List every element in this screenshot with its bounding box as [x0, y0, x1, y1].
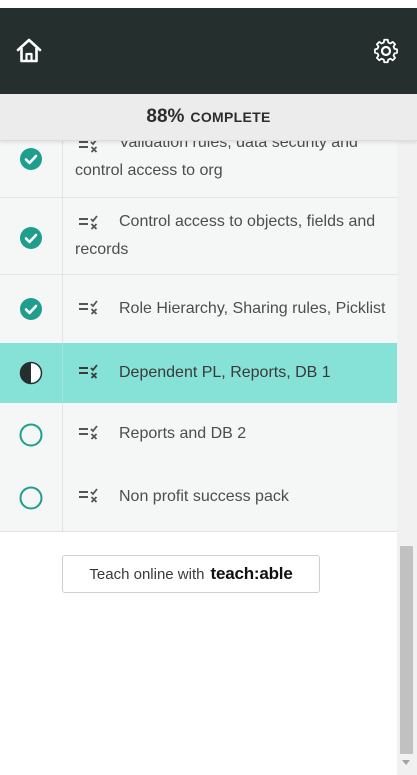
empty-circle-icon [19, 423, 43, 447]
row-divider [62, 198, 63, 274]
lesson-item[interactable]: Non profit success pack [0, 466, 397, 532]
progress-label: COMPLETE [190, 109, 271, 125]
scroll-down-arrow-icon[interactable] [402, 760, 410, 765]
lesson-title: Validation rules, data security and cont… [75, 140, 358, 179]
top-strip [0, 0, 417, 8]
row-divider [62, 466, 63, 531]
lesson-title: Non profit success pack [119, 488, 289, 505]
gear-icon[interactable] [372, 37, 400, 65]
row-divider [62, 403, 63, 466]
check-complete-icon [20, 298, 42, 320]
teachable-logo: teach:able [210, 564, 293, 583]
lesson-list: Validation rules, data security and cont… [0, 140, 397, 532]
badge-text: Teach online with [89, 565, 205, 583]
empty-circle-icon [19, 486, 43, 510]
row-divider [62, 275, 63, 343]
progress-summary: 88% COMPLETE [0, 94, 417, 141]
app-header [0, 8, 417, 94]
lesson-item[interactable]: Validation rules, data security and cont… [0, 140, 397, 198]
lesson-item-current[interactable]: Dependent PL, Reports, DB 1 [0, 343, 397, 404]
home-icon[interactable] [14, 36, 44, 66]
lesson-title: Dependent PL, Reports, DB 1 [119, 364, 331, 381]
half-circle-progress-icon [19, 361, 43, 385]
lesson-title: Role Hierarchy, Sharing rules, Picklist [119, 300, 386, 317]
check-complete-icon [20, 227, 42, 249]
lesson-title: Control access to objects, fields and re… [75, 213, 376, 258]
teachable-badge-link[interactable]: Teach online with teach:able [62, 555, 320, 593]
lesson-title: Reports and DB 2 [119, 425, 247, 442]
scrollbar-thumb[interactable] [400, 546, 413, 754]
lesson-item[interactable]: Control access to objects, fields and re… [0, 198, 397, 275]
check-complete-icon [20, 148, 42, 170]
row-divider [62, 343, 63, 403]
lesson-item[interactable]: Reports and DB 2 [0, 403, 397, 467]
progress-percent: 88% [146, 106, 185, 127]
lesson-item[interactable]: Role Hierarchy, Sharing rules, Picklist [0, 275, 397, 344]
row-divider [62, 140, 63, 197]
